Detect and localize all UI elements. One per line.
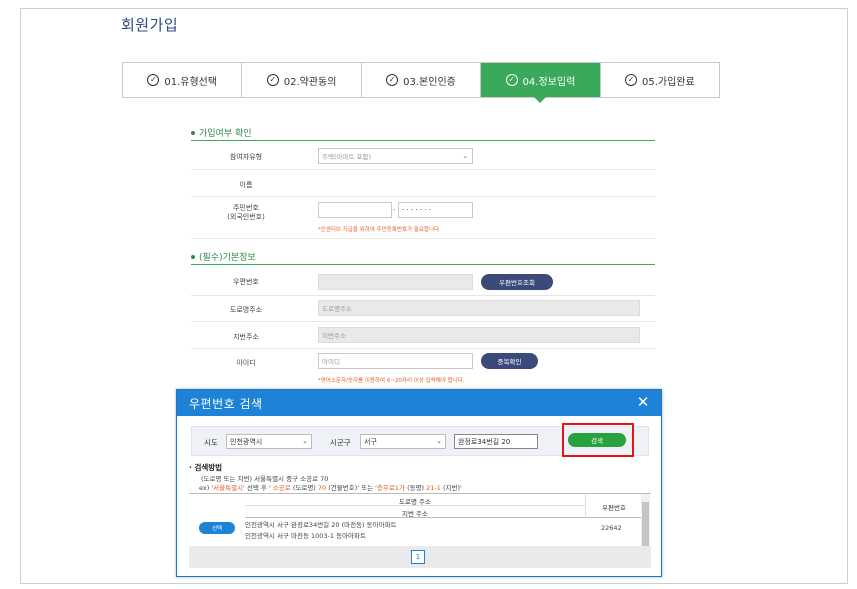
check-circle-icon: ✓ [147, 74, 160, 86]
table-header-road: 도로명 주소 [245, 494, 585, 506]
resident-number-front-input[interactable] [318, 202, 392, 218]
check-circle-icon: ✓ [624, 74, 637, 86]
participant-type-select[interactable]: 주택(아파트 포함) ⌄ [318, 148, 473, 164]
chevron-down-icon: ⌄ [436, 437, 442, 445]
resident-number-hint: *인센티브 지급을 위하여 주민등록번호가 필요합니다. [318, 227, 441, 233]
sido-select[interactable]: 인천광역시 ⌄ [226, 434, 312, 449]
step-terms[interactable]: ✓ 02.약관동의 [242, 63, 362, 97]
resident-number-dash: - [393, 206, 396, 214]
row-road-address: 도로명주소 도로명주소 [191, 296, 655, 322]
user-id-input[interactable]: 아이디 [318, 353, 473, 369]
check-circle-icon: ✓ [266, 74, 279, 86]
pagination-bar: 1 [189, 546, 651, 568]
result-jibun-address: 인천광역시 서구 마전동 1003-1 동아아파트 [245, 532, 366, 540]
jibun-address-input[interactable]: 지번주소 [318, 327, 640, 343]
scrollbar-thumb[interactable] [642, 502, 649, 546]
duplicate-check-button[interactable]: 중복확인 [481, 353, 538, 369]
check-circle-icon: ✓ [386, 74, 399, 86]
chevron-down-icon: ⌄ [462, 152, 468, 160]
sigungu-label: 시군구 [330, 438, 351, 447]
result-postcode: 22642 [601, 524, 622, 532]
resident-number-back-input[interactable]: · · · · · · · [398, 202, 473, 218]
road-address-input[interactable]: 도로명주소 [318, 300, 640, 316]
sido-label: 시도 [204, 438, 218, 447]
postcode-search-modal: 우편번호 검색 ✕ 시도 인천광역시 ⌄ 시군구 서구 ⌄ 완정로34번길 20… [176, 389, 662, 577]
address-query-input[interactable]: 완정로34번길 20 [454, 434, 538, 449]
search-button[interactable]: 검색 [568, 433, 626, 447]
modal-title: 우편번호 검색 [189, 397, 263, 411]
section-title-membership-check: 가입여부 확인 [191, 126, 252, 139]
row-user-id: 아이디 아이디 중복확인 *영어소문자/숫자를 이용하여 6~20자리 이상 입… [191, 349, 655, 389]
step-complete[interactable]: ✓ 05.가입완료 [600, 63, 720, 97]
close-icon[interactable]: ✕ [635, 394, 651, 410]
result-road-address: 인천광역시 서구 완정로34번길 20 (마전동) 동아아파트 [245, 521, 397, 529]
participant-type-label: 참여자유형 [229, 153, 263, 161]
postcode-input[interactable] [318, 274, 473, 290]
table-scrollbar[interactable] [641, 494, 650, 554]
page-title: 회원가입 [121, 16, 179, 34]
search-guide-title: · 검색방법 [189, 463, 223, 472]
step-verify[interactable]: ✓ 03.본인인증 [361, 63, 482, 97]
select-address-button[interactable]: 선택 [199, 522, 235, 534]
name-label: 이름 [239, 181, 253, 189]
user-id-label: 아이디 [236, 359, 256, 367]
row-name: 이름 [191, 170, 655, 197]
row-resident-number: 주민번호 (외국인번호) - · · · · · · · *인센티브 지급을 위… [191, 197, 655, 239]
road-address-label: 도로명주소 [229, 306, 263, 314]
postcode-label: 우편번호 [233, 278, 259, 286]
table-header-jibun: 지번 주소 [245, 506, 585, 518]
page-number-1[interactable]: 1 [411, 550, 425, 564]
bullet-icon [191, 254, 195, 259]
sigungu-select[interactable]: 서구 ⌄ [360, 434, 446, 449]
section-title-basic-info: (필수)기본정보 [191, 250, 256, 263]
bullet-icon [191, 130, 195, 135]
signup-steps: ✓ 01.유형선택 ✓ 02.약관동의 ✓ 03.본인인증 ✓ 04.정보입력 ✓ 05.… [122, 62, 720, 103]
address-result-table: 도로명 주소 지번 주소 우편번호 선택 인천광역시 서구 완정로34번길 20… [189, 493, 651, 554]
postcode-lookup-button[interactable]: 우편번호조회 [481, 274, 553, 290]
check-circle-icon: ✓ [505, 74, 518, 86]
step-info-input[interactable]: ✓ 04.정보입력 [481, 63, 601, 103]
resident-number-label: 주민번호 (외국인번호) [227, 204, 265, 221]
table-header-postcode: 우편번호 [585, 494, 641, 518]
user-id-hint: *영어소문자/숫자를 이용하여 6~20자리 이상 입력해야 합니다. [318, 378, 465, 384]
row-participant-type: 참여자유형 주택(아파트 포함) ⌄ [191, 141, 655, 170]
row-postcode: 우편번호 우편번호조회 [191, 265, 655, 296]
jibun-address-label: 지번주소 [233, 333, 259, 341]
modal-header: 우편번호 검색 ✕ [177, 390, 661, 416]
chevron-down-icon: ⌄ [302, 437, 308, 445]
search-guide-example: ex) '서울특별시' 선택 후 ' 소공로 (도로명) 70 (건물번호)' … [199, 484, 462, 492]
step-type-select[interactable]: ✓ 01.유형선택 [123, 63, 243, 97]
row-jibun-address: 지번주소 지번주소 [191, 322, 655, 349]
